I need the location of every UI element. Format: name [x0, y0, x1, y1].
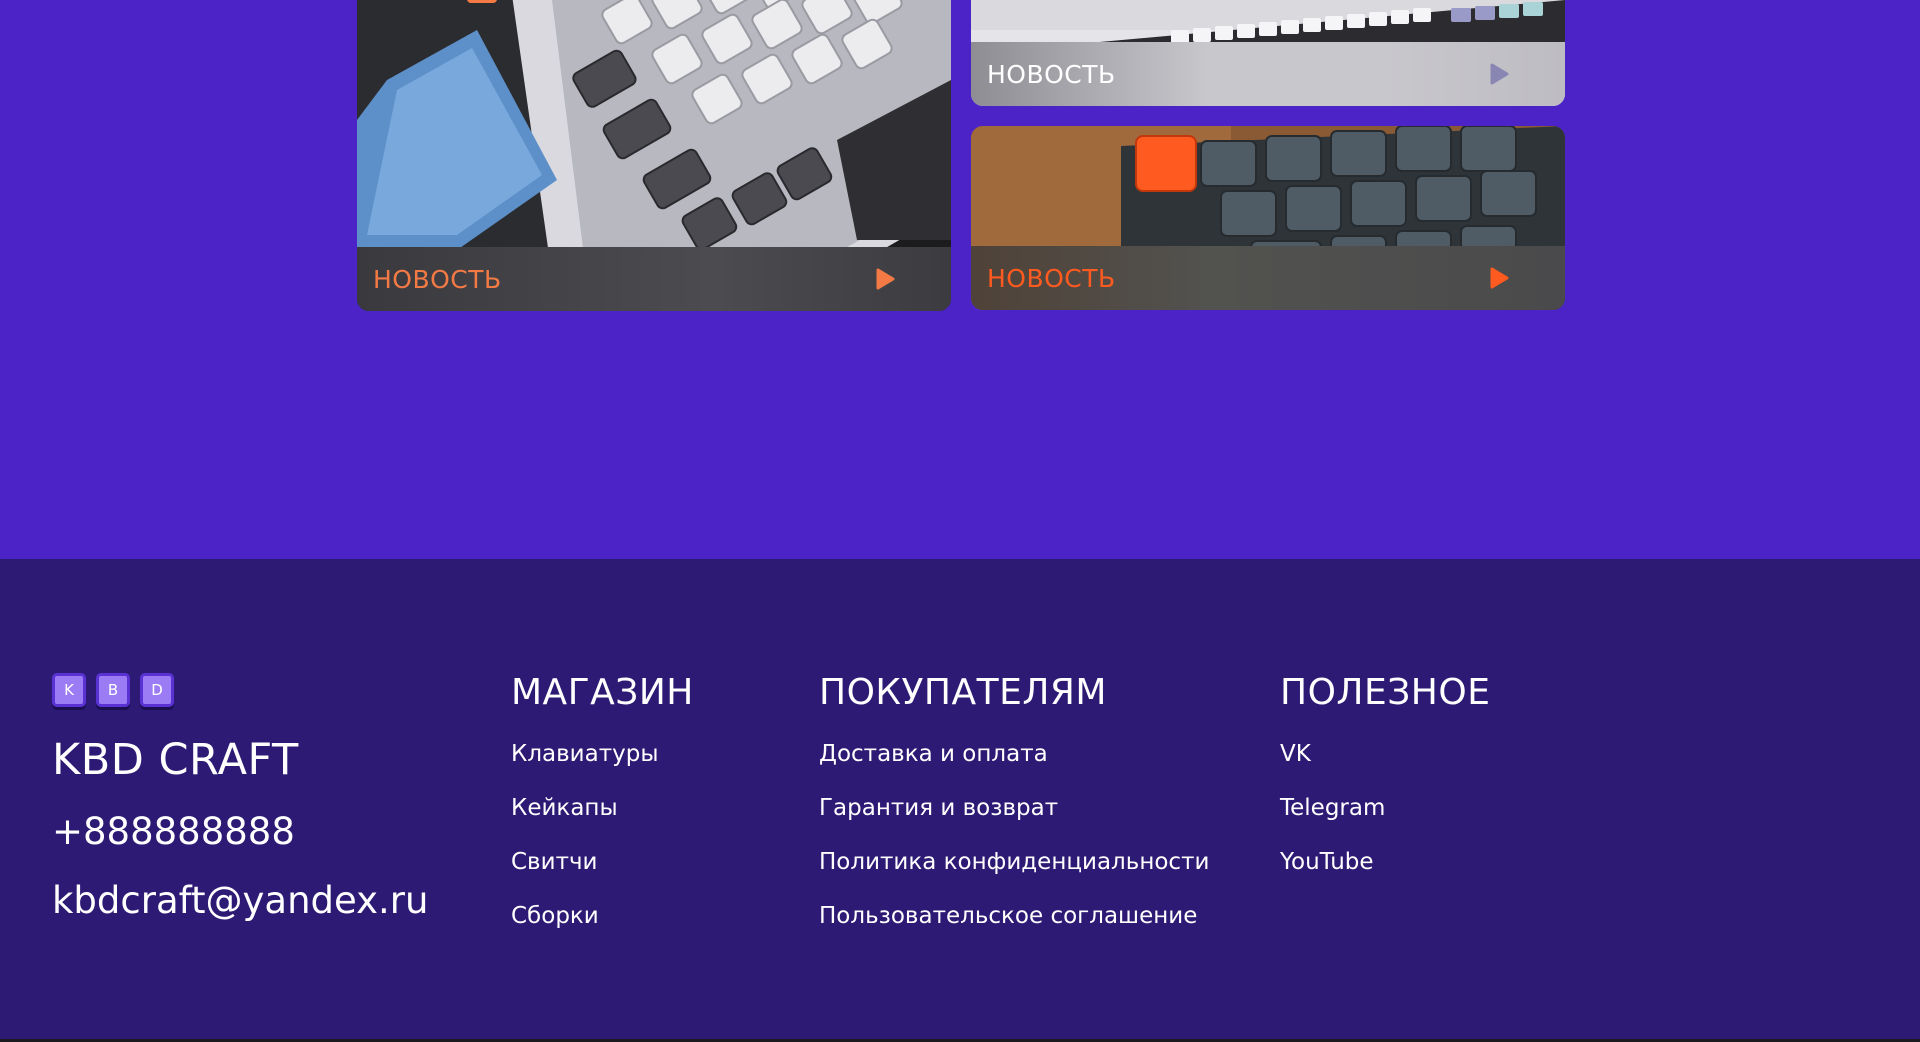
news-card-1[interactable]: НОВОСТЬ	[357, 0, 951, 311]
news-card-2[interactable]: НОВОСТЬ	[971, 0, 1565, 106]
footer-link-switches[interactable]: Свитчи	[511, 847, 694, 877]
email-link[interactable]: kbdcraft@yandex.ru	[52, 879, 428, 922]
news-section: НОВОСТЬ НОВОСТЬ НОВОСТЬ	[0, 0, 1920, 559]
news-card-1-label: НОВОСТЬ	[373, 264, 502, 294]
footer-column-buyers: ПОКУПАТЕЛЯМ Доставка и оплата Гарантия и…	[819, 671, 1209, 955]
brand-name: KBD CRAFT	[52, 735, 299, 785]
footer-column-title: МАГАЗИН	[511, 672, 694, 713]
footer-link-warranty[interactable]: Гарантия и возврат	[819, 793, 1209, 823]
logo-key-d: D	[140, 673, 174, 707]
footer-link-youtube[interactable]: YouTube	[1280, 847, 1490, 877]
footer: K B D KBD CRAFT +888888888 kbdcraft@yand…	[0, 559, 1920, 1042]
footer-column-useful: ПОЛЕЗНОЕ VK Telegram YouTube	[1280, 671, 1490, 901]
footer-link-delivery[interactable]: Доставка и оплата	[819, 739, 1209, 769]
news-card-1-bar: НОВОСТЬ	[357, 247, 951, 311]
footer-link-terms[interactable]: Пользовательское соглашение	[819, 901, 1209, 931]
logo-key-k: K	[52, 673, 86, 707]
logo-key-b: B	[96, 673, 130, 707]
play-icon[interactable]	[875, 268, 895, 290]
news-card-2-label: НОВОСТЬ	[987, 59, 1116, 89]
play-icon[interactable]	[1489, 267, 1509, 289]
footer-column-title: ПОКУПАТЕЛЯМ	[819, 672, 1107, 713]
news-card-3-label: НОВОСТЬ	[987, 263, 1116, 293]
news-card-2-bar: НОВОСТЬ	[971, 42, 1565, 106]
news-card-3-bar: НОВОСТЬ	[971, 246, 1565, 310]
logo[interactable]: K B D	[52, 673, 174, 707]
page: НОВОСТЬ НОВОСТЬ НОВОСТЬ K B D KBD CRAFT …	[0, 0, 1920, 1042]
footer-column-title: ПОЛЕЗНОЕ	[1280, 672, 1491, 713]
play-icon[interactable]	[1489, 63, 1509, 85]
footer-link-telegram[interactable]: Telegram	[1280, 793, 1490, 823]
footer-link-privacy[interactable]: Политика конфиденциальности	[819, 847, 1209, 877]
footer-link-keycaps[interactable]: Кейкапы	[511, 793, 694, 823]
footer-column-shop: МАГАЗИН Клавиатуры Кейкапы Свитчи Сборки	[511, 671, 694, 955]
footer-link-keyboards[interactable]: Клавиатуры	[511, 739, 694, 769]
footer-link-builds[interactable]: Сборки	[511, 901, 694, 931]
news-card-3[interactable]: НОВОСТЬ	[971, 126, 1565, 310]
footer-link-vk[interactable]: VK	[1280, 739, 1490, 769]
phone-link[interactable]: +888888888	[52, 810, 295, 853]
